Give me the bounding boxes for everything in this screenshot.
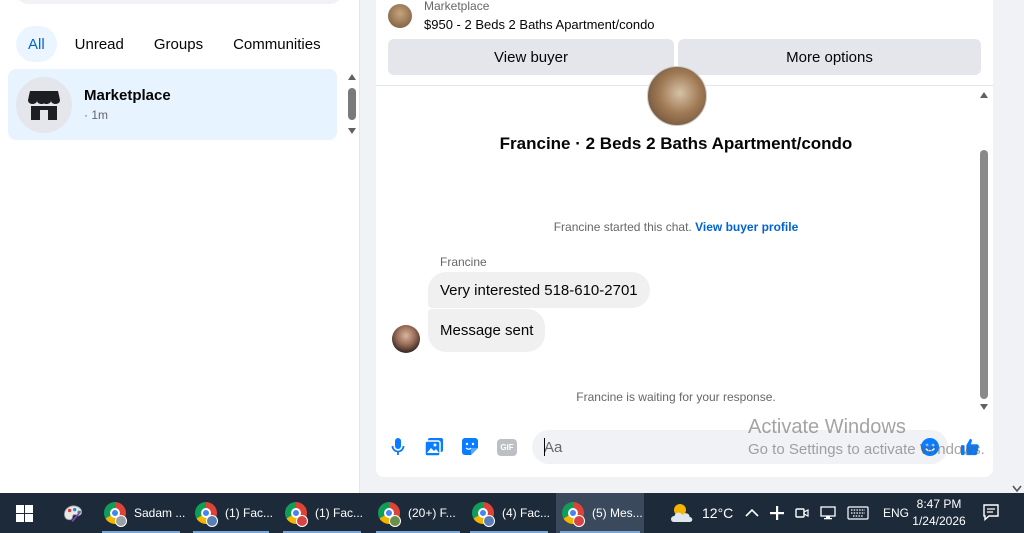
- message-bubble[interactable]: Very interested 518-610-2701: [428, 272, 650, 308]
- taskbar-app-label: Sadam ...: [134, 506, 186, 520]
- clock-time: 8:47 PM: [916, 497, 962, 511]
- meet-now-icon[interactable]: [795, 505, 809, 521]
- scroll-up-arrow-icon[interactable]: [348, 74, 356, 80]
- system-tray: ENG: [745, 493, 909, 533]
- profile-badge: [483, 515, 495, 527]
- emoji-icon[interactable]: [920, 437, 940, 457]
- conversation-list-scrollbar[interactable]: [346, 72, 358, 136]
- marketplace-store-icon: [16, 76, 72, 133]
- filter-chips: All Unread Groups Communities: [16, 26, 333, 62]
- taskbar-app-chrome-facebook-4[interactable]: (4) Fac...: [466, 493, 552, 533]
- more-options-button[interactable]: More options: [678, 39, 981, 75]
- taskbar-app-chrome-facebook-1[interactable]: (1) Fac...: [189, 493, 273, 533]
- taskbar-app-label: (20+) F...: [408, 506, 456, 520]
- profile-badge: [206, 515, 218, 527]
- waiting-notice: Francine is waiting for your response.: [576, 390, 776, 404]
- message-sender-name: Francine: [440, 255, 487, 269]
- weather-cloudy-icon: [671, 504, 693, 522]
- filter-unread[interactable]: Unread: [63, 26, 136, 62]
- search-input[interactable]: [16, 0, 342, 4]
- taskbar-app-label: (1) Fac...: [225, 506, 274, 520]
- view-buyer-profile-link[interactable]: View buyer profile: [695, 220, 798, 234]
- listing-label: Marketplace: [424, 0, 490, 13]
- taskbar-app-chrome-sadam[interactable]: Sadam ...: [98, 493, 186, 533]
- profile-badge: [296, 515, 308, 527]
- buyer-profile-photo[interactable]: [647, 66, 707, 126]
- taskbar-app-chrome-facebook-2[interactable]: (1) Fac...: [279, 493, 365, 533]
- taskbar-app-label: (4) Fac...: [502, 506, 551, 520]
- chat-scrollbar[interactable]: [977, 90, 991, 412]
- profile-badge: [573, 515, 585, 527]
- paint-app-icon: [64, 505, 82, 523]
- sender-avatar[interactable]: [392, 325, 420, 353]
- plus-icon[interactable]: [769, 505, 785, 521]
- conversation-item-marketplace[interactable]: Marketplace · 1m: [8, 69, 337, 140]
- chat-list-panel: All Unread Groups Communities Marketplac…: [0, 0, 360, 493]
- message-bubble[interactable]: Message sent: [428, 309, 546, 352]
- keyboard-icon[interactable]: [847, 506, 869, 520]
- taskbar-app-paint[interactable]: [56, 493, 90, 533]
- scroll-down-arrow-icon[interactable]: [348, 128, 356, 134]
- windows-taskbar: Sadam ... (1) Fac... (1) Fac... (20+) F.…: [0, 493, 1024, 533]
- thumbs-up-icon[interactable]: [960, 437, 980, 457]
- gif-icon[interactable]: GIF: [496, 437, 518, 457]
- chat-started-text: Francine started this chat.: [553, 220, 692, 234]
- scroll-down-arrow-icon[interactable]: [980, 404, 988, 410]
- profile-badge: [115, 515, 127, 527]
- filter-groups[interactable]: Groups: [142, 26, 215, 62]
- listing-thumbnail: [388, 4, 412, 28]
- view-buyer-button[interactable]: View buyer: [388, 39, 674, 75]
- chevron-up-icon[interactable]: [745, 508, 759, 518]
- network-icon[interactable]: [819, 506, 837, 520]
- message-input[interactable]: [532, 430, 948, 464]
- scroll-up-arrow-icon[interactable]: [980, 92, 988, 98]
- conversation-name: Marketplace: [84, 87, 171, 104]
- taskbar-clock[interactable]: 8:47 PM 1/24/2026: [908, 496, 970, 530]
- notifications-icon[interactable]: [982, 503, 1000, 524]
- scrollbar-thumb[interactable]: [348, 88, 356, 120]
- profile-badge: [389, 515, 401, 527]
- scrollbar-thumb[interactable]: [980, 150, 988, 399]
- taskbar-app-label: (1) Fac...: [315, 506, 364, 520]
- taskbar-app-chrome-facebook-3[interactable]: (20+) F...: [372, 493, 464, 533]
- language-indicator[interactable]: ENG: [883, 506, 909, 520]
- listing-header[interactable]: Marketplace $950 - 2 Beds 2 Baths Apartm…: [388, 0, 655, 32]
- taskbar-app-label: (5) Mes...: [592, 506, 643, 520]
- gif-label: GIF: [497, 438, 517, 456]
- listing-title: $950 - 2 Beds 2 Baths Apartment/condo: [424, 17, 655, 32]
- windows-start-icon[interactable]: [0, 493, 48, 533]
- text-caret: [544, 438, 545, 456]
- conversation-time: · 1m: [84, 108, 108, 122]
- chat-title: Francine · 2 Beds 2 Baths Apartment/cond…: [499, 134, 853, 153]
- microphone-icon[interactable]: [388, 437, 408, 457]
- taskbar-app-chrome-messenger[interactable]: (5) Mes...: [556, 493, 644, 533]
- sticker-icon[interactable]: [460, 437, 480, 457]
- message-composer: GIF: [376, 427, 993, 467]
- chat-panel: Marketplace $950 - 2 Beds 2 Baths Apartm…: [376, 0, 993, 477]
- clock-date: 1/24/2026: [912, 514, 966, 528]
- weather-temperature: 12°C: [702, 505, 734, 521]
- photo-gallery-icon[interactable]: [424, 437, 444, 457]
- chat-started-notice: Francine started this chat. View buyer p…: [376, 220, 976, 234]
- weather-widget[interactable]: 12°C: [668, 493, 733, 533]
- filter-communities[interactable]: Communities: [221, 26, 333, 62]
- filter-all[interactable]: All: [16, 26, 57, 62]
